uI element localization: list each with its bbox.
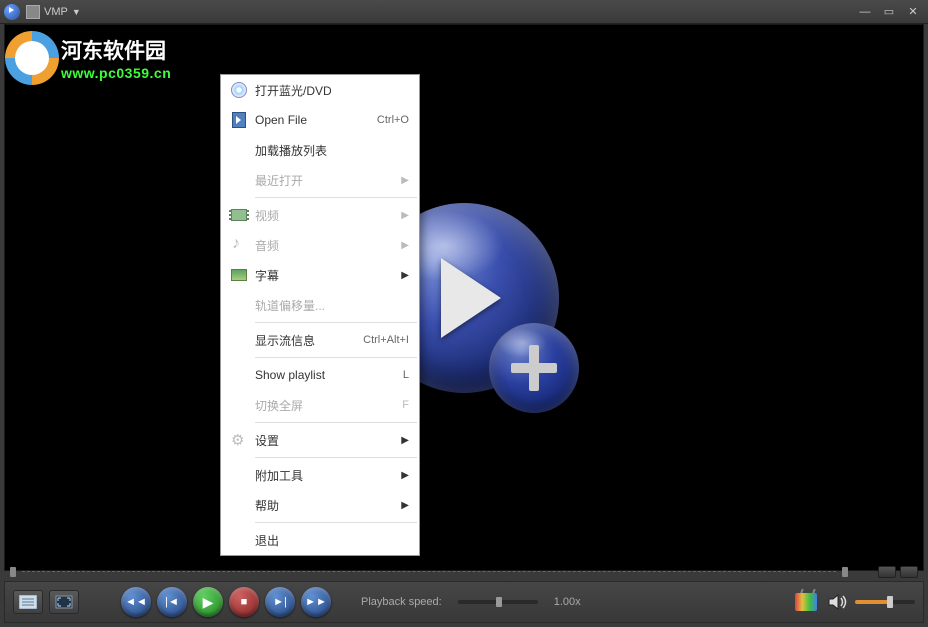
minimize-button[interactable]: — [854, 4, 876, 20]
control-bar: ◄◄ |◄ ▶ ■ ►| ►► Playback speed: 1.00x [4, 581, 924, 623]
audio-icon [225, 237, 253, 253]
menu-item-label: 显示流信息 [253, 332, 363, 349]
menu-item-label: 音频 [253, 237, 397, 254]
submenu-arrow-icon: ▶ [401, 435, 409, 446]
submenu-arrow-icon: ▶ [401, 240, 409, 251]
menu-item[interactable]: Open FileCtrl+O [221, 105, 419, 135]
submenu-arrow-icon: ▶ [401, 270, 409, 281]
rewind-button[interactable]: ◄◄ [121, 587, 151, 617]
menu-item: 最近打开 ▶ [221, 165, 419, 195]
menu-item-label: 加载播放列表 [253, 142, 409, 159]
keyboard-icon[interactable] [878, 566, 896, 578]
watermark-url: www.pc0359.cn [61, 65, 171, 81]
fast-forward-button[interactable]: ►► [301, 587, 331, 617]
menu-item-shortcut: Ctrl+O [377, 114, 409, 126]
sub-icon [225, 269, 253, 281]
seek-start-handle[interactable] [10, 567, 16, 577]
menu-item-label: 设置 [253, 432, 397, 449]
menu-item-label: 轨道偏移量... [253, 297, 409, 314]
menu-item-label: 视频 [253, 207, 397, 224]
menu-item-shortcut: L [403, 369, 409, 381]
app-title[interactable]: VMP [44, 6, 68, 18]
video-icon [225, 209, 253, 221]
menu-separator [255, 197, 417, 198]
submenu-arrow-icon: ▶ [401, 470, 409, 481]
menu-item[interactable]: Show playlistL [221, 360, 419, 390]
add-icon [489, 323, 579, 413]
tab-icon[interactable] [26, 5, 40, 19]
menu-separator [255, 322, 417, 323]
playback-speed-value: 1.00x [554, 596, 581, 608]
menu-item[interactable]: 字幕 ▶ [221, 260, 419, 290]
menu-item[interactable]: 显示流信息Ctrl+Alt+I [221, 325, 419, 355]
disc-icon [225, 82, 253, 98]
menu-item: 轨道偏移量... [221, 290, 419, 320]
menu-item-label: 帮助 [253, 497, 397, 514]
play-button[interactable]: ▶ [193, 587, 223, 617]
menu-separator [255, 457, 417, 458]
gear-icon [225, 432, 253, 448]
seek-end-handle[interactable] [842, 567, 848, 577]
menu-item-label: 打开蓝光/DVD [253, 82, 409, 99]
playback-speed-slider[interactable] [458, 600, 538, 604]
menu-item-label: Open File [253, 113, 377, 127]
stop-button[interactable]: ■ [229, 587, 259, 617]
menu-item-label: 附加工具 [253, 467, 397, 484]
close-button[interactable]: ✕ [902, 4, 924, 20]
title-dropdown-icon[interactable]: ▼ [72, 7, 81, 17]
tv-icon [795, 593, 817, 611]
menu-item[interactable]: 帮助 ▶ [221, 490, 419, 520]
title-bar: VMP ▼ — ▭ ✕ [0, 0, 928, 24]
watermark-title: 河东软件园 [61, 35, 171, 65]
playlist-button[interactable] [13, 590, 43, 614]
volume-slider[interactable] [855, 600, 915, 604]
menu-item-label: 字幕 [253, 267, 397, 284]
video-viewport[interactable]: 河东软件园 www.pc0359.cn [4, 24, 924, 571]
maximize-button[interactable]: ▭ [878, 4, 900, 20]
menu-item-shortcut: Ctrl+Alt+I [363, 334, 409, 346]
submenu-arrow-icon: ▶ [401, 210, 409, 221]
mute-button[interactable] [827, 592, 849, 612]
file-icon [225, 112, 253, 128]
menu-item[interactable]: 设置 ▶ [221, 425, 419, 455]
menu-item-shortcut: F [402, 399, 409, 411]
menu-item: 音频 ▶ [221, 230, 419, 260]
seek-bar[interactable] [10, 567, 918, 577]
menu-item-label: 退出 [253, 532, 409, 549]
menu-item[interactable]: 退出 [221, 525, 419, 555]
menu-item: 视频 ▶ [221, 200, 419, 230]
submenu-arrow-icon: ▶ [401, 175, 409, 186]
menu-item-label: Show playlist [253, 368, 403, 382]
prev-button[interactable]: |◄ [157, 587, 187, 617]
fullscreen-button[interactable] [49, 590, 79, 614]
menu-separator [255, 357, 417, 358]
menu-item[interactable]: 打开蓝光/DVD [221, 75, 419, 105]
submenu-arrow-icon: ▶ [401, 500, 409, 511]
context-menu: 打开蓝光/DVD Open FileCtrl+O 加载播放列表最近打开 ▶ 视频 ▶ 音频 ▶… [220, 74, 420, 556]
app-icon [4, 4, 20, 20]
menu-separator [255, 522, 417, 523]
menu-item[interactable]: 加载播放列表 [221, 135, 419, 165]
menu-separator [255, 422, 417, 423]
color-settings-button[interactable] [791, 590, 821, 614]
watermark: 河东软件园 www.pc0359.cn [5, 31, 171, 85]
menu-item-label: 切换全屏 [253, 397, 402, 414]
marker-icon[interactable] [900, 566, 918, 578]
menu-item[interactable]: 附加工具 ▶ [221, 460, 419, 490]
watermark-logo-icon [5, 31, 59, 85]
menu-item: 切换全屏F [221, 390, 419, 420]
next-button[interactable]: ►| [265, 587, 295, 617]
menu-item-label: 最近打开 [253, 172, 397, 189]
playback-speed-label: Playback speed: [361, 596, 442, 608]
